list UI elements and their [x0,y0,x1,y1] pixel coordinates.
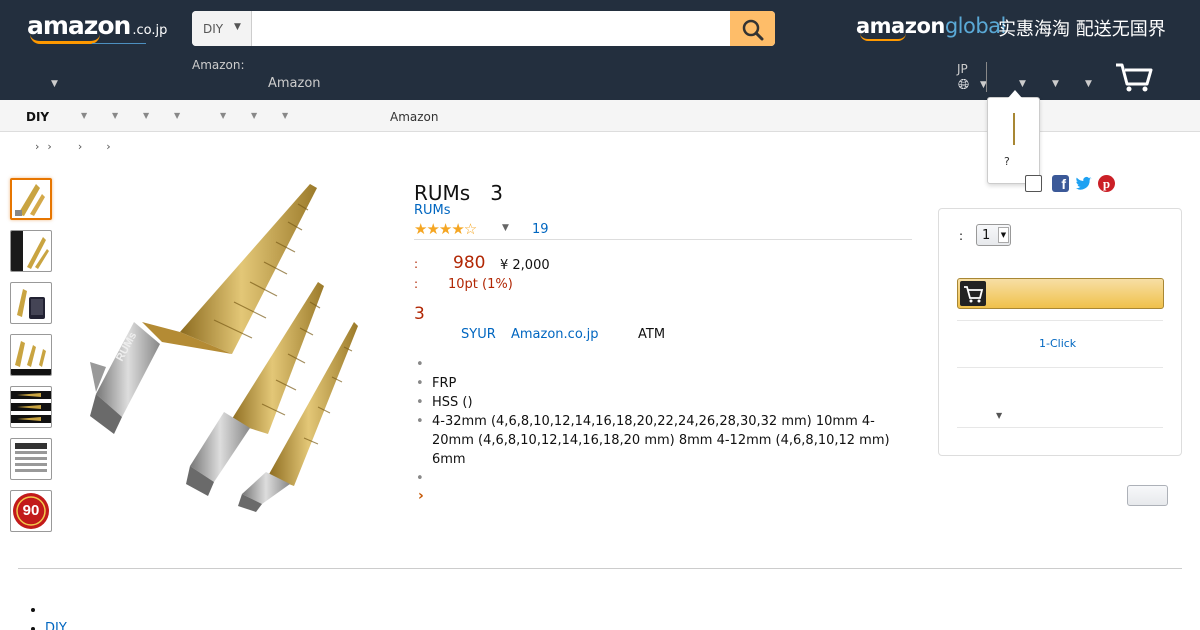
feature-bullets: FRP HSS () 4-32mm (4,6,8,10,12,14,16,18,… [414,355,909,488]
add-to-cart-button[interactable] [957,278,1164,309]
globe-icon[interactable]: 🌐︎ [958,77,969,93]
brand-link[interactable]: RUMs [414,203,451,218]
subnav-chevron-down-icon[interactable]: ▼ [220,111,226,120]
subnav-chevron-down-icon[interactable]: ▼ [174,111,180,120]
breadcrumb-separator: › [35,140,40,153]
twitter-icon[interactable] [1075,175,1092,192]
seller-link[interactable]: SYUR [461,327,496,342]
popover-caret [1008,90,1022,98]
bottom-link-list: DIY [45,600,67,630]
section-divider [18,568,1182,569]
rating-chevron-down-icon[interactable]: ▼ [502,223,509,233]
email-share-icon[interactable] [1025,175,1042,192]
list-price: ¥ 2,000 [500,258,550,273]
cart-icon[interactable] [1114,62,1154,96]
buy-box-divider [957,367,1163,368]
thumbnail-image[interactable] [10,230,52,272]
price-value: 980 [453,253,486,273]
language-code[interactable]: JP [957,62,968,76]
feature-bullet [414,469,909,488]
search-category-label: DIY [203,22,224,36]
pinterest-icon[interactable]: p [1098,175,1115,192]
chevron-down-icon: ▼ [234,22,241,32]
deliver-to-label: Amazon: [192,58,245,72]
feature-bullet: FRP [414,374,909,393]
subnav-chevron-down-icon[interactable]: ▼ [143,111,149,120]
account-popover: ? [987,97,1040,184]
feature-bullet [414,355,909,374]
facebook-icon[interactable]: f [1052,175,1069,192]
popover-accent-bar [1013,113,1015,145]
star-rating-icon[interactable]: ★★★★☆ [414,220,477,238]
one-click-link[interactable]: 1-Click [1039,337,1076,350]
breadcrumb-separator: › [77,140,83,153]
thumbnail-image[interactable] [10,282,52,324]
quantity-value: 1 [982,228,991,243]
buy-box-divider [957,320,1163,321]
logo-underline [92,43,146,44]
buy-box: : 1 ▼ 1-Click ▼ [938,208,1182,456]
account-chevron-down-icon[interactable]: ▼ [1019,79,1026,89]
subnav-chevron-down-icon[interactable]: ▼ [112,111,118,120]
info-divider [414,239,912,240]
deliver-to-value[interactable]: Amazon [268,76,321,91]
cart-icon [960,281,986,306]
price-label: : [414,257,419,271]
buy-box-divider [957,427,1163,428]
subnav-chevron-down-icon[interactable]: ▼ [282,111,288,120]
shipper-link[interactable]: Amazon.co.jp [511,327,599,342]
search-icon [742,19,764,41]
breadcrumb-separator: › [47,140,52,153]
global-smile-icon [860,33,906,41]
subnav-title[interactable]: DIY [26,110,49,124]
subnav-chevron-down-icon[interactable]: ▼ [81,111,87,120]
thumbnail-image[interactable] [10,386,52,428]
delivery-chevron-down-icon[interactable]: ▼ [996,411,1002,420]
thumbnail-image[interactable] [10,334,52,376]
account-divider [986,62,987,92]
quantity-label: : [959,229,964,243]
subnav-chevron-down-icon[interactable]: ▼ [251,111,257,120]
feature-bullet: 4-32mm (4,6,8,10,12,14,16,18,20,22,24,26… [414,412,909,469]
thumbnail-image[interactable] [10,178,52,220]
logo-smile-icon [30,34,100,44]
svg-text:90: 90 [23,502,40,519]
thumbnail-image[interactable] [10,438,52,480]
product-title: RUMs 3 [414,181,503,205]
add-to-list-button[interactable] [1127,485,1168,506]
logo-tld: .co.jp [132,23,168,38]
search-bar: DIY ▼ [192,11,775,46]
review-count-link[interactable]: 19 [532,222,549,237]
global-tagline[interactable]: 实惠海淘 配送无国界 [998,15,1166,41]
breadcrumb: › › › › [35,140,129,153]
search-button[interactable] [730,11,775,46]
list-item [45,600,67,619]
category-link[interactable]: DIY [45,621,67,630]
breadcrumb-separator: › [106,140,111,153]
see-more-link[interactable]: › [418,488,424,504]
search-input[interactable] [252,11,730,46]
points-label: : [414,277,419,291]
quantity-select[interactable]: 1 ▼ [976,224,1011,246]
payment-note: ATM [638,327,666,342]
orders-chevron-down-icon[interactable]: ▼ [1052,79,1059,89]
points-value: 10pt (1%) [448,277,513,292]
chevron-down-icon: ▼ [998,227,1009,243]
popover-text[interactable]: ? [1004,155,1010,168]
global-logo-suffix: global [944,14,1007,38]
feature-bullet: HSS () [414,393,909,412]
menu-chevron-down-icon[interactable]: ▼ [51,79,58,89]
top-navigation-bar: amazon .co.jp ▼ DIY ▼ amazonglobal 实惠海淘 配… [0,0,1200,100]
subnav-link[interactable]: Amazon [390,110,439,124]
main-product-image[interactable]: RUMs [62,172,398,516]
prime-chevron-down-icon[interactable]: ▼ [1085,79,1092,89]
search-category-dropdown[interactable]: DIY ▼ [192,11,252,46]
thumbnail-image[interactable]: 90 [10,490,52,532]
stock-status: 3 [414,304,425,324]
